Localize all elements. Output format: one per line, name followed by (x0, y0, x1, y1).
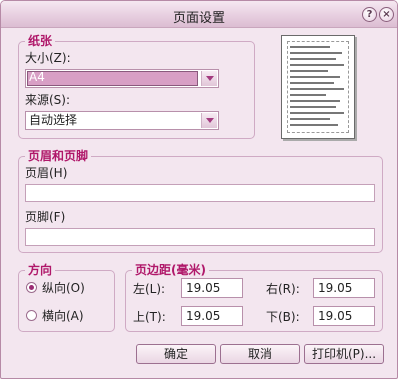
margin-bottom-label: 下(B): (266, 310, 300, 324)
paper-size-select[interactable]: A4 (25, 69, 219, 88)
paper-source-label: 来源(S): (25, 93, 71, 107)
preview-text-line (290, 100, 340, 102)
preview-text-line (290, 106, 336, 108)
preview-text-line (290, 118, 330, 120)
preview-text-line (290, 94, 326, 96)
preview-text-line (290, 64, 344, 66)
help-icon[interactable]: ? (362, 7, 377, 22)
header-footer-group-label: 页眉和页脚 (25, 148, 92, 164)
landscape-radio[interactable] (26, 310, 37, 321)
landscape-label[interactable]: 横向(A) (42, 309, 84, 323)
margin-left-label: 左(L): (133, 282, 166, 296)
header-label: 页眉(H) (25, 166, 68, 180)
portrait-label[interactable]: 纵向(O) (42, 281, 85, 295)
header-input[interactable] (25, 184, 375, 202)
ok-button[interactable]: 确定 (136, 344, 216, 364)
orientation-group-label: 方向 (25, 262, 56, 278)
margin-left-input[interactable]: 19.05 (181, 278, 243, 298)
footer-label: 页脚(F) (25, 210, 66, 224)
paper-group-label: 纸张 (25, 33, 56, 49)
preview-text-line (290, 124, 338, 126)
paper-source-select[interactable]: 自动选择 (25, 111, 219, 130)
margin-right-label: 右(R): (266, 282, 300, 296)
preview-text-line (290, 58, 336, 60)
paper-size-value: A4 (29, 70, 45, 84)
paper-size-label: 大小(Z): (25, 51, 71, 65)
margin-bottom-input[interactable]: 19.05 (313, 306, 375, 326)
preview-text-line (290, 52, 342, 54)
footer-input[interactable] (25, 228, 375, 246)
margin-top-label: 上(T): (133, 310, 166, 324)
preview-text-line (290, 70, 328, 72)
cancel-button[interactable]: 取消 (220, 344, 300, 364)
margin-right-input[interactable]: 19.05 (313, 278, 375, 298)
preview-text-line (290, 46, 330, 48)
margin-top-input[interactable]: 19.05 (181, 306, 243, 326)
printer-button[interactable]: 打印机(P)... (304, 344, 384, 364)
preview-text-line (290, 112, 344, 114)
paper-source-value: 自动选择 (29, 113, 78, 127)
chevron-down-icon[interactable] (201, 113, 217, 128)
paper-size-field (27, 71, 198, 86)
preview-text-line (290, 88, 344, 90)
close-icon[interactable]: × (379, 7, 394, 22)
title-bar[interactable]: 页面设置 ? × (1, 1, 397, 28)
preview-text-line (290, 76, 340, 78)
preview-text-line (290, 82, 334, 84)
page-preview (281, 35, 355, 139)
page-setup-dialog: 页面设置 ? × 纸张 大小(Z): A4 来源(S): 自动选择 页眉和页脚 (0, 0, 398, 379)
chevron-down-icon[interactable] (201, 71, 217, 86)
portrait-radio[interactable] (26, 282, 37, 293)
margins-group-label: 页边距(毫米) (132, 262, 209, 278)
dialog-title: 页面设置 (172, 11, 225, 26)
